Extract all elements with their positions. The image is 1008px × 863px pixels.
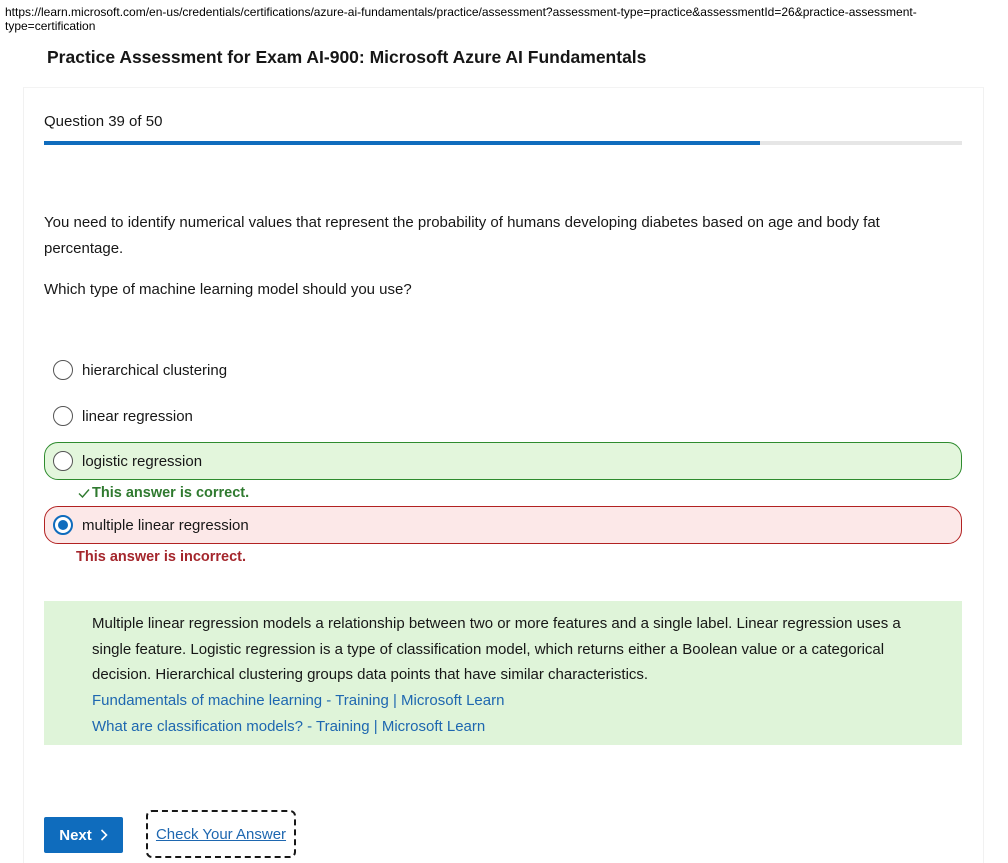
next-button-label: Next (59, 826, 92, 844)
radio-button[interactable] (53, 360, 73, 380)
page-title: Practice Assessment for Exam AI-900: Mic… (47, 47, 647, 67)
check-answer-focus-ring: Check Your Answer (146, 810, 296, 858)
answer-option-linear-regression[interactable]: linear regression (44, 397, 962, 435)
progress-bar-fill (44, 141, 761, 145)
question-prompt: Which type of machine learning model sho… (44, 281, 412, 298)
radio-button[interactable] (53, 451, 73, 471)
correct-feedback: This answer is correct. (78, 485, 249, 501)
correct-feedback-text: This answer is correct. (92, 485, 250, 501)
question-text: You need to identify numerical values th… (44, 214, 880, 257)
answer-option-label: multiple linear regression (82, 516, 249, 534)
answer-option-logistic-regression[interactable]: logistic regression (44, 442, 962, 480)
answer-option-multiple-linear-regression[interactable]: multiple linear regression (44, 506, 962, 544)
explanation-panel: Multiple linear regression models a rela… (44, 601, 962, 745)
check-your-answer-link[interactable]: Check Your Answer (156, 826, 286, 843)
chevron-right-icon (100, 829, 108, 841)
answer-option-hierarchical-clustering[interactable]: hierarchical clustering (44, 351, 962, 389)
browser-url: https://learn.microsoft.com/en-us/creden… (5, 5, 917, 33)
progress-bar (44, 141, 962, 145)
answer-option-label: hierarchical clustering (82, 361, 228, 379)
radio-button[interactable] (53, 515, 73, 535)
question-counter: Question 39 of 50 (44, 113, 163, 130)
incorrect-feedback: This answer is incorrect. (76, 549, 247, 565)
explanation-text: Multiple linear regression models a rela… (92, 615, 901, 683)
reference-link-fundamentals-ml[interactable]: Fundamentals of machine learning - Train… (92, 688, 932, 714)
checkmark-icon (78, 489, 90, 498)
reference-link-classification-models[interactable]: What are classification models? - Traini… (92, 714, 932, 740)
radio-button[interactable] (53, 406, 73, 426)
answer-option-label: linear regression (82, 407, 193, 425)
next-button[interactable]: Next (44, 817, 123, 853)
answer-option-label: logistic regression (82, 452, 203, 470)
